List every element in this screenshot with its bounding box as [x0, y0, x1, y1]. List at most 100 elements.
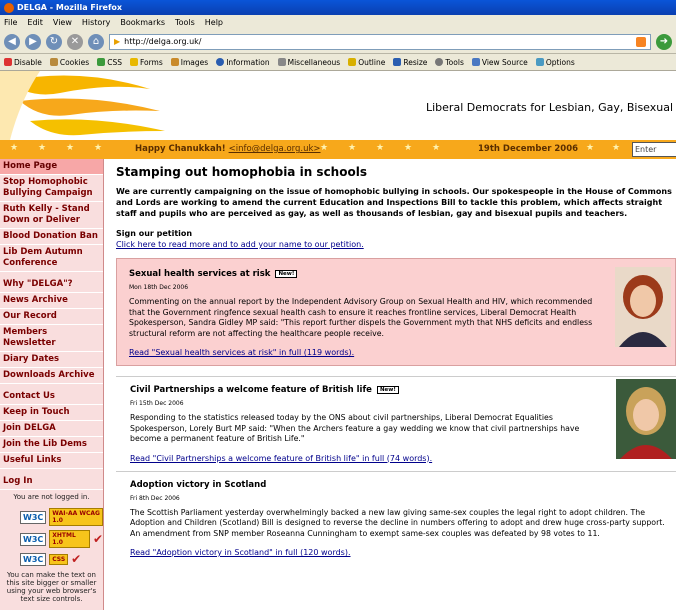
sidebar-item-join-lib-dems[interactable]: Join the Lib Dems	[0, 437, 103, 453]
toolbar-forms-label: Forms	[139, 57, 163, 67]
sidebar-item-our-record[interactable]: Our Record	[0, 309, 103, 325]
menu-history[interactable]: History	[82, 18, 110, 27]
sidebar-item-useful-links[interactable]: Useful Links	[0, 453, 103, 469]
information-icon	[216, 58, 225, 66]
star-decoration: ★	[612, 143, 621, 153]
news-summary: The Scottish Parliament yesterday overwh…	[130, 507, 665, 538]
contact-email-link[interactable]: <info@delga.org.uk>	[229, 144, 321, 154]
back-icon[interactable]: ◀	[4, 33, 20, 50]
navigation-toolbar: ◀ ▶ ↻ ✕ ⌂ ▶ http://delga.org.uk/ ➜	[0, 30, 676, 54]
toolbar-resize[interactable]: Resize	[393, 58, 427, 67]
resize-icon	[393, 58, 402, 66]
news-title-text: Sexual health services at risk	[129, 269, 271, 279]
read-more-link[interactable]: Read "Sexual health services at risk" in…	[129, 348, 607, 357]
petition-heading: Sign our petition	[116, 229, 193, 238]
css-badge[interactable]: W3C CSS ✔	[20, 552, 103, 566]
css-label: CSS	[49, 553, 69, 565]
campaign-intro: We are currently campaigning on the issu…	[116, 187, 672, 218]
stop-icon[interactable]: ✕	[67, 33, 83, 50]
toolbar-information[interactable]: Information	[216, 58, 270, 67]
url-text: http://delga.org.uk/	[124, 37, 202, 46]
news-date: Mon 18th Dec 2006	[129, 284, 189, 291]
sidebar-item-news-archive[interactable]: News Archive	[0, 293, 103, 309]
toolbar-css[interactable]: CSS	[97, 58, 122, 67]
toolbar-cookies[interactable]: Cookies	[49, 58, 89, 67]
w3c-logo: W3C	[20, 532, 47, 546]
toolbar-images[interactable]: Images	[170, 57, 209, 67]
toolbar-tools-label: Tools	[445, 57, 464, 67]
greeting: Happy Chanukkah! <info@delga.org.uk>	[135, 144, 321, 154]
sidebar-item-join-delga[interactable]: Join DELGA	[0, 421, 103, 437]
menu-file[interactable]: File	[4, 18, 17, 27]
toolbar-forms[interactable]: Forms	[129, 57, 163, 67]
home-icon[interactable]: ⌂	[88, 33, 104, 50]
news-summary: Responding to the statistics released to…	[130, 413, 580, 443]
star-decoration: ★	[586, 143, 595, 153]
toolbar-view-source[interactable]: View Source	[471, 57, 528, 67]
sidebar-item-stop-bullying[interactable]: Stop Homophobic Bullying Campaign	[0, 175, 103, 202]
star-decoration: ★	[66, 143, 75, 153]
toolbar-css-label: CSS	[107, 57, 122, 67]
images-icon	[170, 58, 179, 66]
wcag-label: WAI-AA WCAG 1.0	[49, 508, 103, 526]
toolbar-disable[interactable]: Disable	[4, 58, 42, 67]
sidebar-item-downloads[interactable]: Downloads Archive	[0, 368, 103, 384]
toolbar-outline[interactable]: Outline	[348, 58, 385, 67]
sidebar-item-keep-in-touch[interactable]: Keep in Touch	[0, 405, 103, 421]
forward-icon[interactable]: ▶	[25, 33, 41, 50]
site-search-input[interactable]: Enter search	[632, 142, 676, 159]
rss-feed-icon[interactable]	[636, 36, 646, 47]
toolbar-miscellaneous[interactable]: Miscellaneous	[277, 57, 341, 67]
news-date: Fri 15th Dec 2006	[130, 400, 184, 407]
tools-icon	[435, 58, 444, 66]
read-more-link[interactable]: Read "Adoption victory in Scotland" in f…	[130, 548, 606, 557]
star-decoration: ★	[320, 143, 329, 153]
menu-view[interactable]: View	[53, 18, 72, 27]
toolbar-images-label: Images	[180, 57, 209, 67]
news-title-text: Civil Partnerships a welcome feature of …	[130, 385, 372, 395]
wcag-badge[interactable]: W3C WAI-AA WCAG 1.0	[20, 508, 103, 526]
news-title: Adoption victory in Scotland	[130, 479, 267, 490]
menu-bookmarks[interactable]: Bookmarks	[120, 18, 165, 27]
menu-help[interactable]: Help	[205, 18, 223, 27]
news-item: Adoption victory in Scotland Fri 8th Dec…	[116, 470, 676, 566]
delga-bird-logo[interactable]	[0, 71, 180, 140]
sidebar-item-autumn-conference[interactable]: Lib Dem Autumn Conference	[0, 245, 103, 272]
sidebar-item-contact[interactable]: Contact Us	[0, 389, 103, 405]
options-icon	[535, 58, 544, 66]
news-item: Sexual health services at risk New! Mon 1…	[116, 258, 676, 366]
sidebar-item-home[interactable]: Home Page	[0, 159, 103, 175]
sidebar-item-ruth-kelly[interactable]: Ruth Kelly - Stand Down or Deliver	[0, 202, 103, 229]
menu-edit[interactable]: Edit	[27, 18, 43, 27]
toolbar-view-source-label: View Source	[481, 57, 528, 67]
url-bar[interactable]: ▶ http://delga.org.uk/	[109, 33, 651, 50]
sidebar-item-log-in[interactable]: Log In	[0, 474, 103, 490]
read-more-link[interactable]: Read "Civil Partnerships a welcome featu…	[130, 454, 606, 463]
toolbar-outline-label: Outline	[358, 57, 386, 67]
site-banner: Liberal Democrats for Lesbian, Gay, Bise…	[0, 71, 676, 140]
star-decoration: ★	[432, 143, 441, 153]
sidebar-nav: Home Page Stop Homophobic Bullying Campa…	[0, 159, 104, 610]
toolbar-options[interactable]: Options	[535, 58, 575, 67]
menu-tools[interactable]: Tools	[175, 18, 195, 27]
toolbar-tools[interactable]: Tools	[435, 57, 464, 67]
login-status: You are not logged in.	[13, 493, 90, 501]
news-item: Civil Partnerships a welcome feature of …	[116, 376, 676, 471]
sidebar-item-newsletter[interactable]: Members Newsletter	[0, 325, 103, 352]
xhtml-badge[interactable]: W3C XHTML 1.0 ✔	[20, 530, 103, 548]
main-content: Stamping out homophobia in schools We ar…	[104, 159, 676, 610]
petition-link[interactable]: Click here to read more and to add your …	[116, 240, 364, 249]
toolbar-resize-label: Resize	[403, 57, 428, 67]
star-decoration: ★	[376, 143, 385, 153]
sidebar-item-why-delga[interactable]: Why "DELGA"?	[0, 277, 103, 293]
toolbar-miscellaneous-label: Miscellaneous	[287, 57, 341, 67]
star-decoration: ★	[38, 143, 47, 153]
sidebar-item-blood-donation[interactable]: Blood Donation Ban	[0, 229, 103, 245]
sidebar-item-diary-dates[interactable]: Diary Dates	[0, 352, 103, 368]
reload-icon[interactable]: ↻	[46, 33, 62, 50]
outline-icon	[348, 58, 357, 66]
xhtml-label: XHTML 1.0	[49, 530, 90, 548]
window-titlebar: DELGA - Mozilla Firefox	[0, 0, 676, 15]
news-summary: Commenting on the annual report by the I…	[129, 297, 593, 338]
go-icon[interactable]: ➜	[656, 33, 672, 50]
